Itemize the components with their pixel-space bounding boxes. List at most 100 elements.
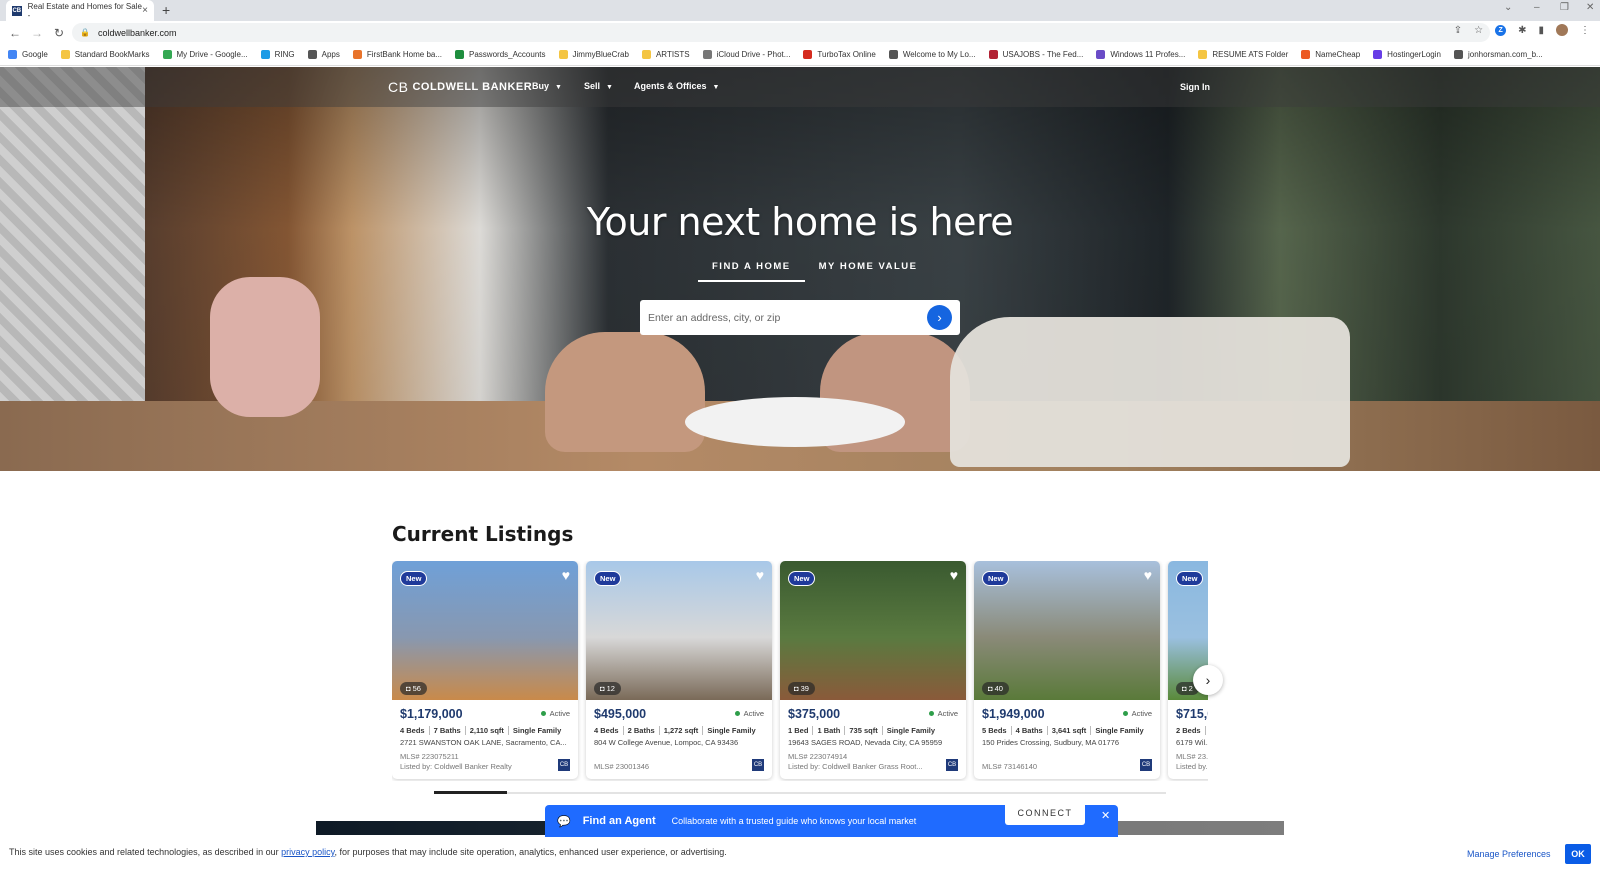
close-tab-icon[interactable]: × [142, 5, 148, 16]
bookmark-item[interactable]: iCloud Drive - Phot... [702, 50, 790, 59]
mls-number: MLS# 73146140 [982, 762, 1038, 771]
photo-count-value: 2 [1188, 684, 1193, 693]
bookmark-item[interactable]: jonhorsman.com_b... [1453, 50, 1543, 59]
nav-sell[interactable]: Sell ▼ [584, 81, 613, 91]
bookmark-item[interactable]: My Drive - Google... [162, 50, 248, 59]
bookmark-item[interactable]: Windows 11 Profes... [1096, 50, 1185, 59]
favorite-heart-icon[interactable]: ♥ [1144, 567, 1152, 583]
chevron-right-icon: › [937, 310, 942, 325]
share-icon[interactable]: ⇪ [1454, 25, 1462, 36]
nav-agents-offices[interactable]: Agents & Offices ▼ [634, 81, 719, 91]
extensions-puzzle-icon[interactable]: ✱ [1518, 25, 1526, 36]
status-dot-icon [734, 711, 740, 716]
listing-spec: 4 Beds [400, 726, 425, 735]
cookie-ok-button[interactable]: OK [1565, 844, 1591, 864]
bookmark-item[interactable]: HostingerLogin [1373, 50, 1441, 59]
tab-find-a-home[interactable]: FIND A HOME [698, 257, 805, 282]
bookmark-item[interactable]: FirstBank Home ba... [352, 50, 442, 59]
connect-button[interactable]: CONNECT [1005, 801, 1085, 825]
status-label: Active [549, 709, 570, 718]
listing-card[interactable]: New ♥ ◘ 39 $375,000 Active 1 Bed 1 Bath 735 sqf… [780, 561, 966, 779]
bookmark-star-icon[interactable]: ☆ [1474, 25, 1483, 36]
menu-kebab-icon[interactable]: ⋮ [1580, 25, 1590, 36]
listing-photo[interactable]: New ♥ ◘ 39 [780, 561, 966, 700]
nav-buy-label: Buy [532, 81, 550, 91]
carousel-scroll-track[interactable] [434, 791, 1166, 794]
bookmark-item[interactable]: RING [260, 50, 295, 59]
listing-spec: 5 Beds [982, 726, 1007, 735]
hero-pillow [210, 277, 320, 417]
listing-card[interactable]: New ♥ ◘ 12 $495,000 Active 4 Beds 2 Baths 1,272… [586, 561, 772, 779]
bookmark-favicon-icon [307, 50, 317, 59]
status-label: Active [1131, 709, 1152, 718]
listing-photo[interactable]: New ♥ ◘ 56 [392, 561, 578, 700]
bookmark-item[interactable]: Google [8, 50, 48, 59]
bookmark-item[interactable]: Standard BookMarks [60, 50, 150, 59]
bookmark-item[interactable]: NameCheap [1301, 50, 1360, 59]
bookmark-favicon-icon [162, 50, 172, 59]
listing-mls: MLS# 23...Listed by... [1176, 752, 1208, 772]
forward-icon[interactable]: → [30, 26, 44, 40]
home-search-box: › [640, 300, 960, 335]
listing-photo[interactable]: New ♥ ◘ 12 [586, 561, 772, 700]
camera-icon: ◘ [600, 684, 607, 693]
bookmark-item[interactable]: JimmyBlueCrab [558, 50, 629, 59]
toolbar-actions: ⇪ ☆ Z ✱ ▮ ⋮ [1454, 24, 1590, 36]
minimize-icon[interactable]: – [1534, 2, 1540, 13]
extension-z-icon[interactable]: Z [1495, 24, 1507, 36]
listing-photo[interactable]: New ♥ ◘ 40 [974, 561, 1160, 700]
back-icon[interactable]: ← [8, 26, 22, 40]
browser-tab[interactable]: CB Real Estate and Homes for Sale - × [6, 0, 154, 21]
close-agent-bar-icon[interactable]: ✕ [1101, 809, 1110, 822]
bookmark-item[interactable]: Passwords_Accounts [455, 50, 546, 59]
favorite-heart-icon[interactable]: ♥ [756, 567, 764, 583]
address-search-input[interactable] [648, 311, 918, 324]
listing-card[interactable]: New ♥ ◘ 56 $1,179,000 Active 4 Beds 7 Baths 2,1… [392, 561, 578, 779]
carousel-next-button[interactable]: › [1193, 665, 1223, 695]
profile-avatar[interactable] [1556, 24, 1568, 36]
camera-icon: ◘ [1182, 684, 1189, 693]
find-agent-text: Collaborate with a trusted guide who kno… [671, 816, 917, 826]
reload-icon[interactable]: ↻ [52, 26, 66, 40]
bookmark-favicon-icon [352, 50, 362, 59]
new-badge: New [594, 571, 622, 586]
listing-status: Active [540, 709, 570, 718]
privacy-policy-link[interactable]: privacy policy [281, 847, 334, 857]
bookmark-item[interactable]: USAJOBS - The Fed... [988, 50, 1083, 59]
coldwell-banker-logo[interactable]: CB COLDWELL BANKER [388, 79, 532, 95]
bookmark-item[interactable]: RESUME ATS Folder [1198, 50, 1288, 59]
new-badge: New [788, 571, 816, 586]
nav-agents-label: Agents & Offices [634, 81, 707, 91]
photo-count: ◘ 12 [594, 682, 621, 695]
address-bar[interactable]: 🔒 coldwellbanker.com [72, 23, 1490, 42]
bookmark-favicon-icon [1373, 50, 1383, 59]
manage-preferences-link[interactable]: Manage Preferences [1467, 849, 1551, 859]
bookmark-item[interactable]: Welcome to My Lo... [888, 50, 976, 59]
bookmark-item[interactable]: ARTISTS [641, 50, 690, 59]
side-panel-icon[interactable]: ▮ [1538, 25, 1544, 36]
camera-icon: ◘ [988, 684, 995, 693]
bookmark-favicon-icon [60, 50, 70, 59]
bookmark-item[interactable]: TurboTax Online [803, 50, 876, 59]
restore-icon[interactable]: ❐ [1560, 2, 1569, 13]
cb-brand-icon: CB [752, 759, 764, 771]
bookmark-favicon-icon [702, 50, 712, 59]
listing-card[interactable]: New ♥ ◘ 40 $1,949,000 Active 5 Beds 4 Baths 3,6… [974, 561, 1160, 779]
new-tab-icon[interactable]: + [162, 2, 170, 18]
bookmark-favicon-icon [1096, 50, 1106, 59]
nav-buy[interactable]: Buy ▼ [532, 81, 562, 91]
photo-count-value: 56 [412, 684, 421, 693]
lock-icon[interactable]: 🔒 [80, 28, 90, 37]
window-close-icon[interactable]: ✕ [1586, 2, 1594, 13]
search-submit-button[interactable]: › [927, 305, 952, 330]
hero-section: CB COLDWELL BANKER Buy ▼ Sell ▼ Agents & O… [0, 67, 1600, 471]
tab-search-icon[interactable]: ⌄ [1504, 2, 1512, 13]
tab-my-home-value[interactable]: MY HOME VALUE [805, 257, 932, 282]
bookmarks-bar: Google Standard BookMarks My Drive - Googl… [0, 44, 1600, 66]
favorite-heart-icon[interactable]: ♥ [562, 567, 570, 583]
bookmark-item[interactable]: Apps [307, 50, 340, 59]
favorite-heart-icon[interactable]: ♥ [950, 567, 958, 583]
carousel-scroll-thumb[interactable] [434, 791, 508, 794]
sign-in-link[interactable]: Sign In [1180, 82, 1210, 92]
bookmark-favicon-icon [641, 50, 651, 59]
